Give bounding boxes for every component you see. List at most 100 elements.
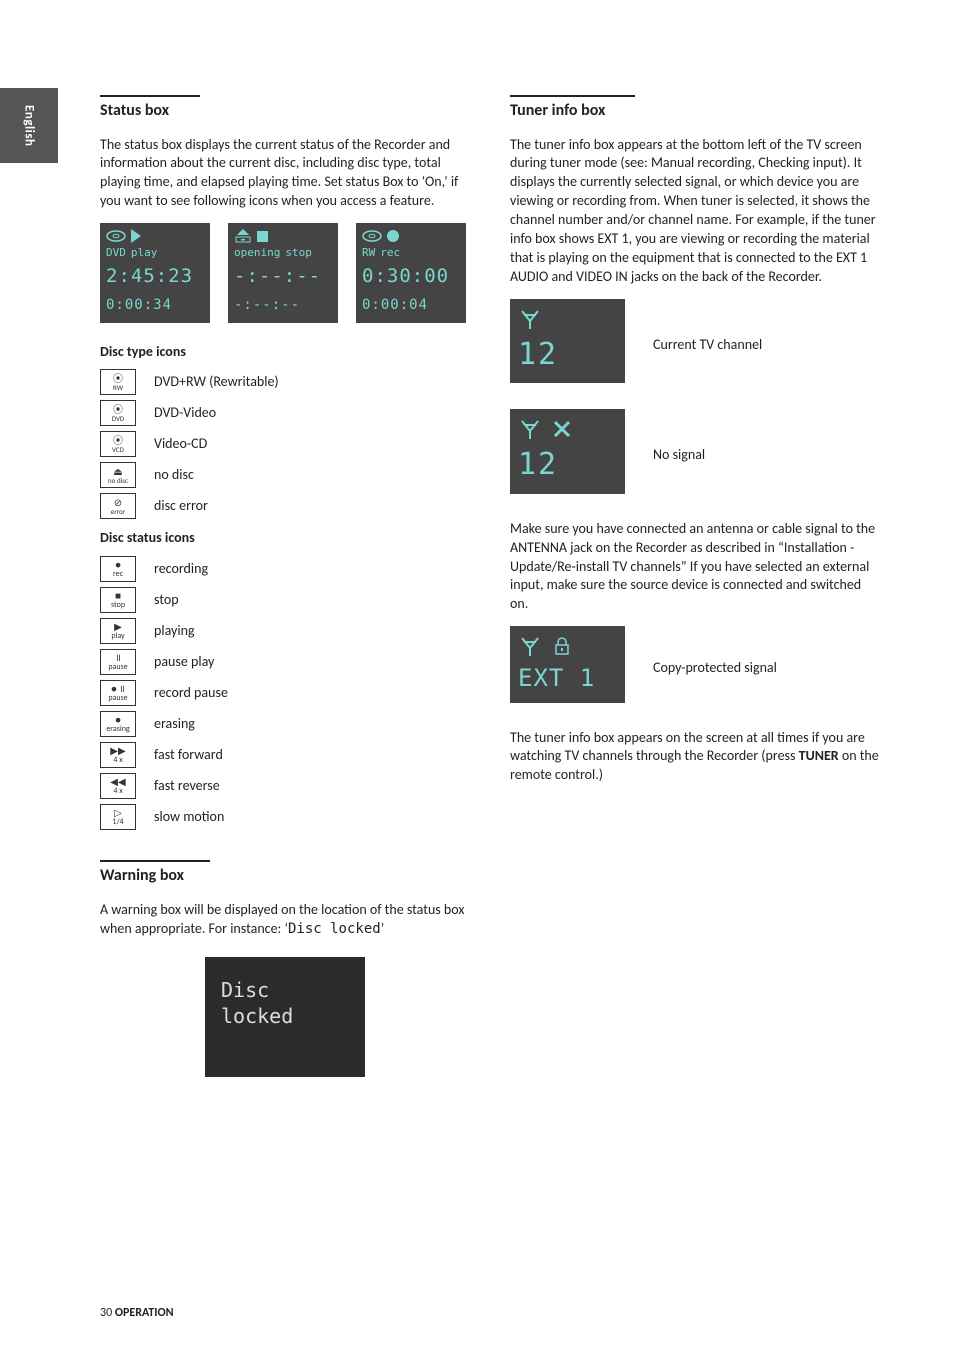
- disc-type-label: disc error: [154, 497, 208, 516]
- disc-status-icon: ◀◀4 x: [100, 773, 136, 799]
- warning-para-c: ’: [381, 920, 385, 937]
- rule: [100, 860, 210, 862]
- disc-status-item: ॥pause pause play: [100, 649, 470, 675]
- disc-status-item: ▷1/4 slow motion: [100, 804, 470, 830]
- disc-type-list: ⦿RW DVD+RW (Rewritable) ⦿DVD DVD-Video ⦿VCD V…: [100, 369, 470, 519]
- osd-play-time2: 0:00:34: [106, 296, 204, 315]
- warning-box-display: Disc locked: [205, 957, 365, 1077]
- antenna-icon: [518, 417, 542, 441]
- antenna-icon: [518, 307, 542, 331]
- language-tab: English: [0, 88, 58, 163]
- disc-status-item: ▶▶4 x fast forward: [100, 742, 470, 768]
- disc-type-heading: Disc type icons: [100, 343, 470, 362]
- osd-rec-state: rec: [380, 246, 400, 261]
- disc-status-icon: ▷1/4: [100, 804, 136, 830]
- disc-status-item: ●erasingerasing: [100, 711, 470, 737]
- page-content: Status box The status box displays the c…: [100, 95, 880, 1077]
- disc-type-label: no disc: [154, 466, 194, 485]
- disc-status-label: fast forward: [154, 746, 223, 765]
- disc-status-label: recording: [154, 560, 208, 579]
- osd-opening: opening stop -:--:-- -:--:--: [228, 223, 338, 322]
- tuner-copy-label: Copy-protected signal: [653, 659, 777, 678]
- disc-type-item: ⦿RW DVD+RW (Rewritable): [100, 369, 470, 395]
- tuner-current-channel: 12: [518, 335, 617, 376]
- disc-status-label: stop: [154, 591, 179, 610]
- tuner-nosignal-label: No signal: [653, 446, 705, 465]
- osd-open-state-a: opening: [234, 246, 280, 261]
- disc-status-label: pause play: [154, 653, 214, 672]
- disc-status-item: ●recrecording: [100, 556, 470, 582]
- language-label: English: [20, 105, 38, 147]
- rule: [510, 95, 635, 97]
- disc-status-item: ◀◀4 x fast reverse: [100, 773, 470, 799]
- right-column: Tuner info box The tuner info box appear…: [510, 95, 880, 1077]
- tuner-nosignal-box: 12: [510, 409, 625, 494]
- disc-status-label: erasing: [154, 715, 195, 734]
- tuner-info-heading: Tuner info box: [510, 100, 880, 122]
- disc-type-icon: ⦿DVD: [100, 400, 136, 426]
- disc-type-item: ⏏no disc no disc: [100, 462, 470, 488]
- disc-type-label: DVD-Video: [154, 404, 216, 423]
- tuner-current-box: 12: [510, 299, 625, 384]
- warning-para-b: Disc locked: [288, 921, 381, 937]
- disc-type-icon: ⦿VCD: [100, 431, 136, 457]
- osd-examples: DVD play 2:45:23 0:00:34 opening stop: [100, 223, 470, 322]
- warning-box-paragraph: A warning box will be displayed on the l…: [100, 901, 470, 939]
- rec-icon: [387, 230, 399, 242]
- disc-status-item: ● ॥pause record pause: [100, 680, 470, 706]
- play-icon: [131, 229, 141, 243]
- osd-rec-time2: 0:00:04: [362, 296, 460, 315]
- disc-status-icon: ■stop: [100, 587, 136, 613]
- disc-type-item: ⦿VCD Video-CD: [100, 431, 470, 457]
- page-number: 30: [100, 1306, 112, 1320]
- disc-status-item: ■stop stop: [100, 587, 470, 613]
- osd-open-time2: -:--:--: [234, 296, 332, 315]
- osd-play: DVD play 2:45:23 0:00:34: [100, 223, 210, 322]
- status-box-paragraph: The status box displays the current stat…: [100, 136, 470, 212]
- disc-icon: [362, 229, 382, 243]
- disc-status-icon: ॥pause: [100, 649, 136, 675]
- tuner-para1: The tuner info box appears at the bottom…: [510, 136, 880, 287]
- disc-status-label: fast reverse: [154, 777, 220, 796]
- tuner-current-row: 12 Current TV channel: [510, 299, 880, 392]
- disc-status-heading: Disc status icons: [100, 529, 470, 548]
- warning-line1: Disc: [221, 977, 349, 1003]
- osd-play-disc-label: DVD: [106, 246, 126, 261]
- rule: [100, 95, 200, 97]
- no-signal-icon: [552, 419, 572, 439]
- tuner-para3-b: TUNER: [799, 747, 839, 764]
- disc-type-label: DVD+RW (Rewritable): [154, 373, 279, 392]
- tuner-para2: Make sure you have connected an antenna …: [510, 520, 880, 614]
- disc-status-item: ▶play playing: [100, 618, 470, 644]
- osd-open-time1: -:--:--: [234, 264, 332, 290]
- tuner-para3: The tuner info box appears on the screen…: [510, 729, 880, 786]
- antenna-icon: [518, 634, 542, 658]
- disc-type-icon: ⊘error: [100, 493, 136, 519]
- osd-rec-disc-label: RW: [362, 246, 375, 261]
- disc-status-icon: ● ॥pause: [100, 680, 136, 706]
- disc-status-label: slow motion: [154, 808, 224, 827]
- tray-icon: [234, 229, 252, 243]
- lock-icon: [552, 636, 572, 656]
- osd-play-state: play: [131, 246, 158, 261]
- page-footer: 30 OPERATION: [100, 1305, 174, 1321]
- tuner-current-label: Current TV channel: [653, 336, 762, 355]
- disc-type-icon: ⏏no disc: [100, 462, 136, 488]
- disc-status-label: record pause: [154, 684, 228, 703]
- disc-status-icon: ▶▶4 x: [100, 742, 136, 768]
- footer-section-name: OPERATION: [115, 1306, 174, 1320]
- disc-icon: [106, 229, 126, 243]
- disc-type-icon: ⦿RW: [100, 369, 136, 395]
- warning-para-a: A warning box will be displayed on the l…: [100, 901, 464, 937]
- disc-status-label: playing: [154, 622, 195, 641]
- tuner-nosignal-row: 12 No signal: [510, 409, 880, 502]
- warning-line2: locked: [221, 1003, 349, 1029]
- tuner-copy-box: EXT 1: [510, 626, 625, 702]
- disc-status-icon: ▶play: [100, 618, 136, 644]
- disc-status-list: ●recrecording ■stop stop ▶play playing ॥pause…: [100, 556, 470, 830]
- disc-type-item: ⦿DVD DVD-Video: [100, 400, 470, 426]
- tuner-copy-row: EXT 1 Copy-protected signal: [510, 626, 880, 710]
- tuner-copy-text: EXT 1: [518, 662, 617, 694]
- disc-type-label: Video-CD: [154, 435, 207, 454]
- warning-box-heading: Warning box: [100, 865, 470, 887]
